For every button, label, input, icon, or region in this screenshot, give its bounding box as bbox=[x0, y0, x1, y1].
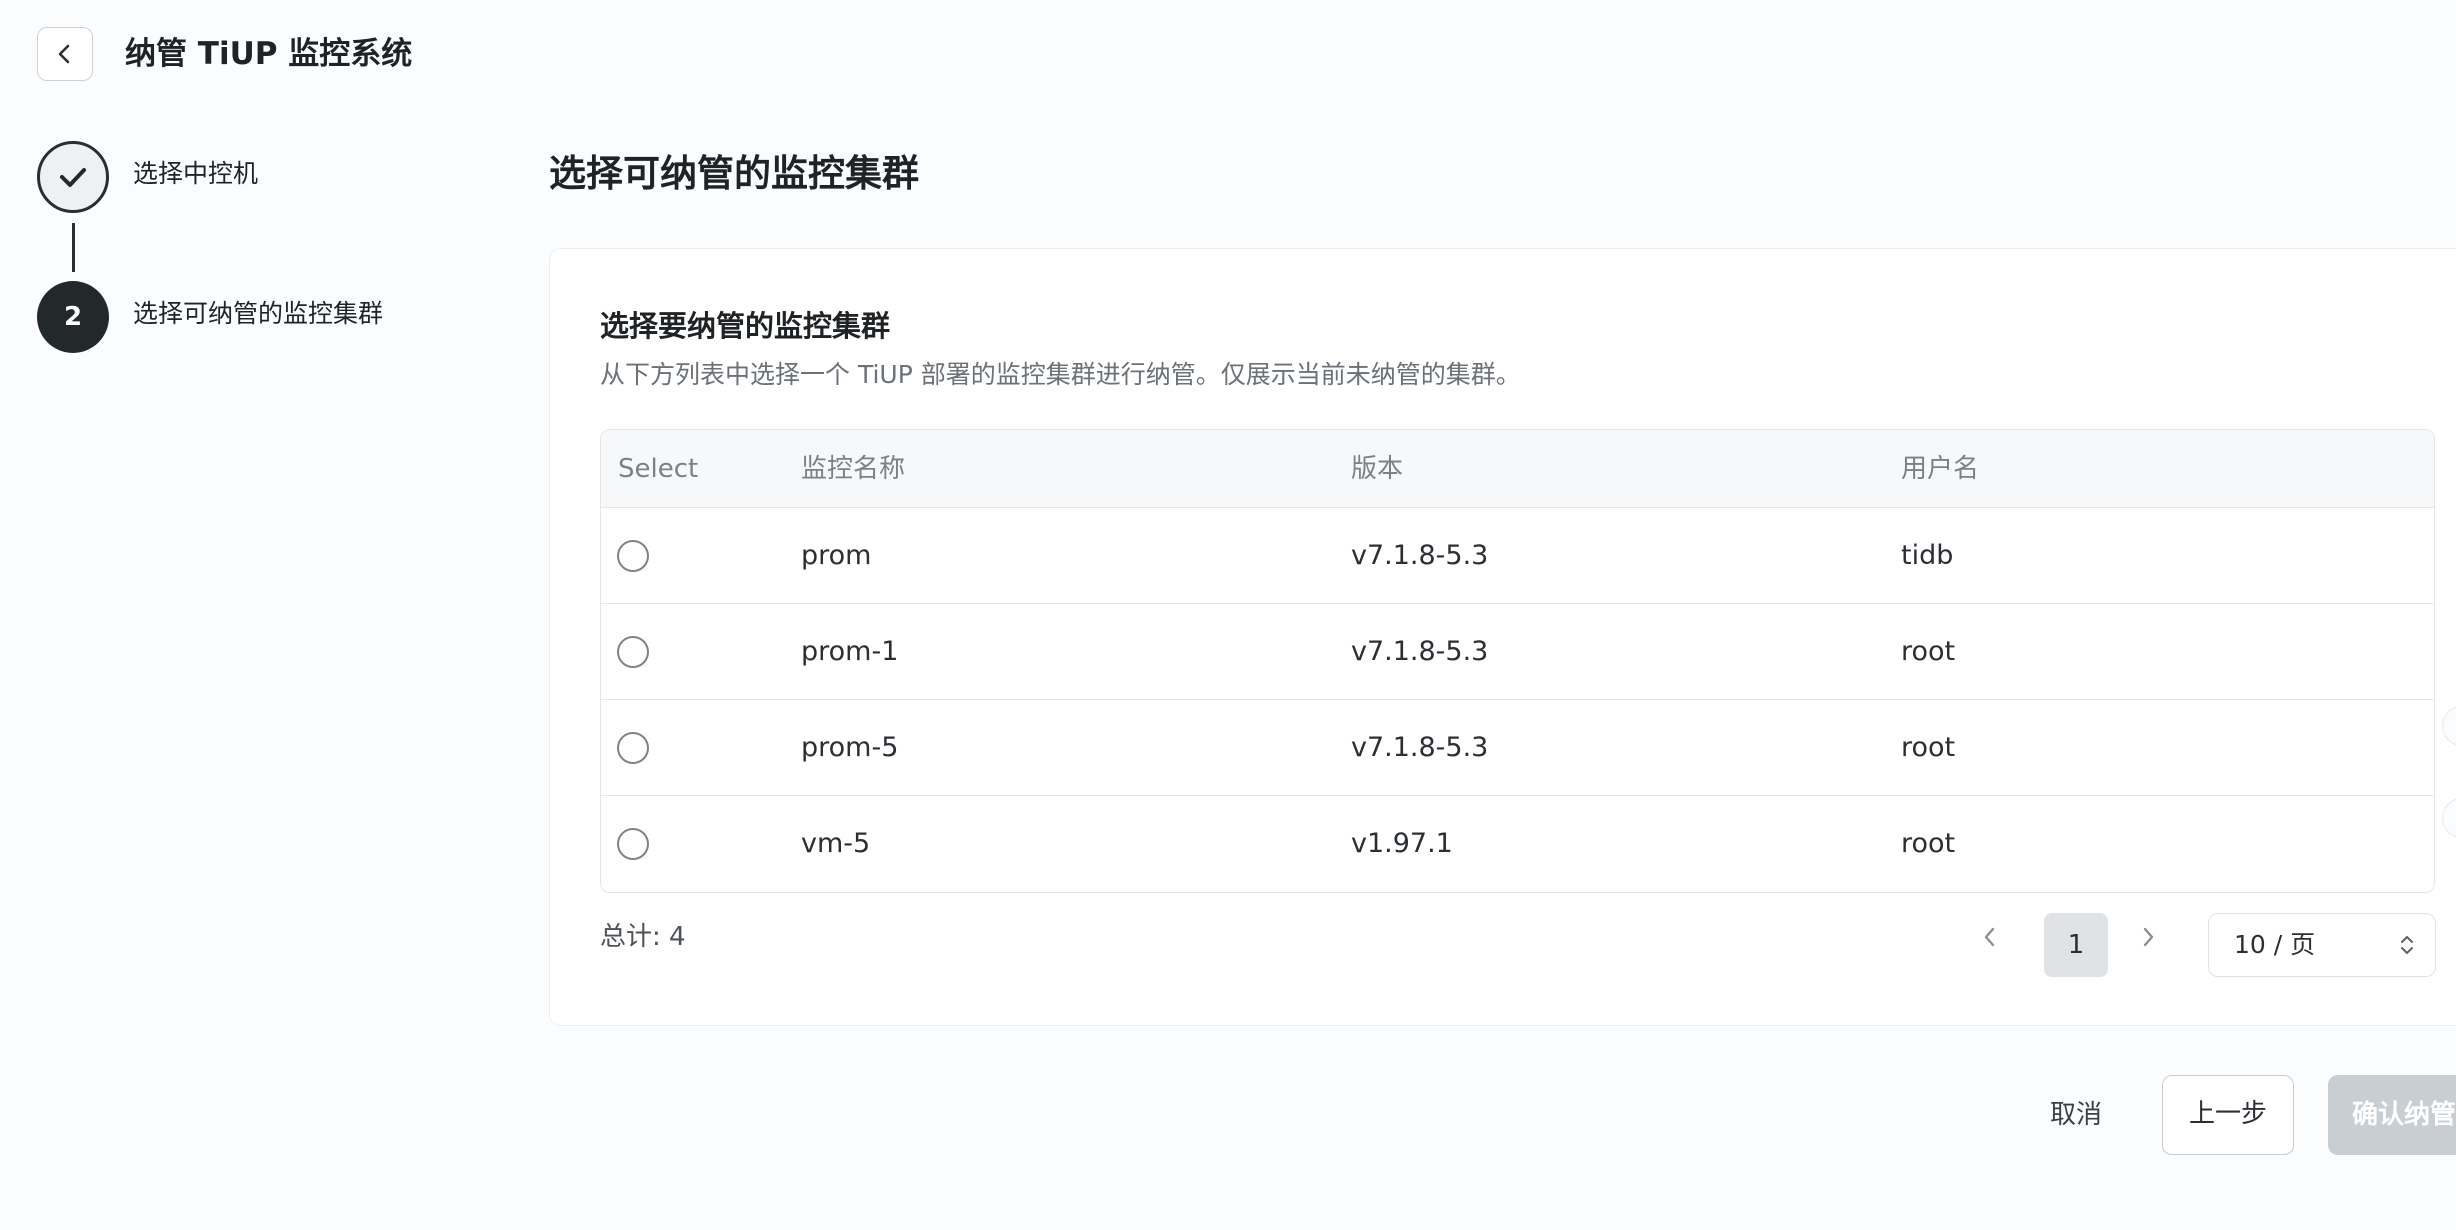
page: 纳管 TiUP 监控系统 选择中控机 2 选择可纳管的监控集群 选择可纳管的监控… bbox=[0, 0, 2456, 1230]
column-header-select: Select bbox=[618, 454, 699, 484]
column-header-user: 用户名 bbox=[1901, 454, 1980, 484]
cell-user: root bbox=[1901, 732, 1956, 763]
confirm-button[interactable]: 确认纳管 bbox=[2328, 1075, 2456, 1155]
column-header-version: 版本 bbox=[1351, 454, 1404, 484]
cell-name: prom bbox=[801, 540, 872, 571]
page-number-button[interactable]: 1 bbox=[2044, 913, 2108, 977]
prev-page-button[interactable] bbox=[1968, 915, 2012, 959]
cell-version: v7.1.8-5.3 bbox=[1351, 540, 1489, 571]
section-title: 选择可纳管的监控集群 bbox=[549, 152, 919, 195]
page-title: 纳管 TiUP 监控系统 bbox=[125, 36, 413, 72]
row-radio[interactable] bbox=[617, 540, 649, 572]
table-header: Select 监控名称 版本 用户名 bbox=[601, 430, 2434, 508]
cell-user: root bbox=[1901, 636, 1956, 667]
table-row[interactable]: prom-5 v7.1.8-5.3 root bbox=[601, 700, 2434, 796]
cell-user: root bbox=[1901, 828, 1956, 859]
back-button[interactable] bbox=[37, 27, 93, 81]
step-2-label: 选择可纳管的监控集群 bbox=[133, 299, 384, 328]
table-row[interactable]: vm-5 v1.97.1 root bbox=[601, 796, 2434, 892]
cluster-table: Select 监控名称 版本 用户名 prom v7.1.8-5.3 tidb … bbox=[600, 429, 2435, 893]
cell-user: tidb bbox=[1901, 540, 1954, 571]
chevron-up-down-icon bbox=[2401, 936, 2413, 954]
table-row[interactable]: prom-1 v7.1.8-5.3 root bbox=[601, 604, 2434, 700]
card-title: 选择要纳管的监控集群 bbox=[600, 309, 891, 343]
cell-version: v7.1.8-5.3 bbox=[1351, 636, 1489, 667]
row-radio[interactable] bbox=[617, 636, 649, 668]
page-size-select[interactable]: 10 / 页 bbox=[2208, 913, 2436, 977]
chevron-left-icon bbox=[1984, 927, 1995, 947]
check-icon bbox=[60, 168, 86, 187]
next-page-button[interactable] bbox=[2126, 915, 2170, 959]
row-radio[interactable] bbox=[617, 732, 649, 764]
total-count: 总计: 4 bbox=[600, 922, 686, 952]
cell-name: prom-5 bbox=[801, 732, 899, 763]
cell-version: v1.97.1 bbox=[1351, 828, 1453, 859]
cell-version: v7.1.8-5.3 bbox=[1351, 732, 1489, 763]
chevron-left-icon bbox=[58, 44, 70, 64]
step-1-label: 选择中控机 bbox=[133, 159, 259, 188]
chevron-right-icon bbox=[2143, 927, 2154, 947]
cell-name: vm-5 bbox=[801, 828, 871, 859]
page-size-value: 10 / 页 bbox=[2234, 930, 2316, 959]
cell-name: prom-1 bbox=[801, 636, 899, 667]
step-1-indicator bbox=[37, 141, 109, 213]
previous-step-button[interactable]: 上一步 bbox=[2162, 1075, 2294, 1155]
cluster-selection-card: 选择要纳管的监控集群 从下方列表中选择一个 TiUP 部署的监控集群进行纳管。仅… bbox=[549, 248, 2456, 1026]
card-description: 从下方列表中选择一个 TiUP 部署的监控集群进行纳管。仅展示当前未纳管的集群。 bbox=[600, 360, 1521, 389]
cancel-button[interactable]: 取消 bbox=[2020, 1077, 2132, 1153]
table-row[interactable]: prom v7.1.8-5.3 tidb bbox=[601, 508, 2434, 604]
row-radio[interactable] bbox=[617, 828, 649, 860]
column-header-name: 监控名称 bbox=[801, 454, 906, 484]
step-connector bbox=[72, 223, 75, 272]
step-2-indicator: 2 bbox=[37, 281, 109, 353]
